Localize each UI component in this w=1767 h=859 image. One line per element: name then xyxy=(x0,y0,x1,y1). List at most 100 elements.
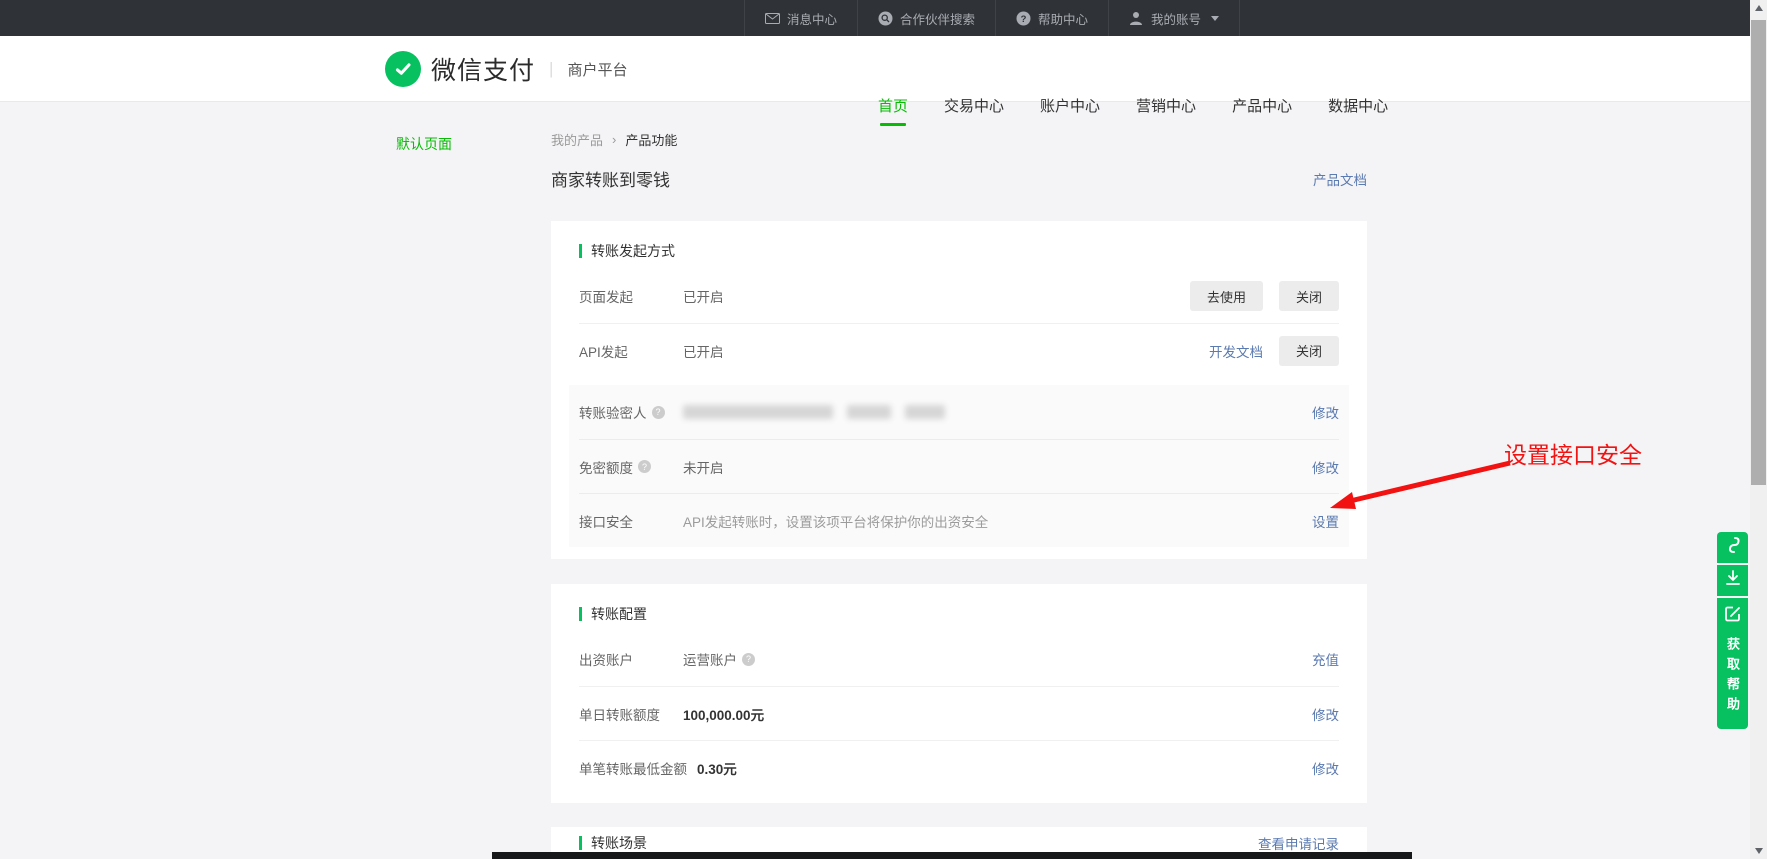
annotation-arrow-icon xyxy=(1322,456,1517,523)
clipped-content-strip xyxy=(492,852,1412,859)
scrollbar[interactable] xyxy=(1750,0,1767,859)
mail-icon xyxy=(765,11,780,26)
annotation-set-api-security: 设置接口安全 xyxy=(1504,436,1642,470)
nav-transaction-center[interactable]: 交易中心 xyxy=(944,72,1004,138)
link-icon xyxy=(1725,536,1741,559)
platform-label: 商户平台 xyxy=(567,59,627,80)
api-settings-block: 转账验密人 修改 免密额度 未开启 修改 接口安全 API发起转账时，设置该项平… xyxy=(569,385,1349,547)
partner-search-item[interactable]: 合作伙伴搜索 xyxy=(857,0,995,36)
section-accent-bar xyxy=(579,244,582,258)
triangle-up-icon xyxy=(1755,5,1763,11)
api-security-row: 接口安全 API发起转账时，设置该项平台将保护你的出资安全 设置 xyxy=(579,493,1339,547)
brand-name: 微信支付 xyxy=(431,51,535,87)
product-doc-link[interactable]: 产品文档 xyxy=(1313,169,1367,189)
dev-doc-link[interactable]: 开发文档 xyxy=(1209,341,1263,361)
section-accent-bar xyxy=(579,836,582,850)
no-password-limit-help-icon[interactable] xyxy=(638,460,651,473)
api-security-label: 接口安全 xyxy=(579,511,683,531)
config-section-title: 转账配置 xyxy=(579,604,1339,624)
my-account-item[interactable]: 我的账号 xyxy=(1108,0,1240,36)
no-password-limit-status: 未开启 xyxy=(683,457,1312,477)
verifier-row: 转账验密人 修改 xyxy=(579,385,1339,439)
recharge-link[interactable]: 充值 xyxy=(1312,649,1339,669)
sidebar-item-default-page[interactable]: 默认页面 xyxy=(396,134,452,154)
topbar-items: 消息中心 合作伙伴搜索 ? 帮助中心 我的账号 xyxy=(744,0,1240,36)
user-icon xyxy=(1129,11,1144,26)
page-head: 商家转账到零钱 产品文档 xyxy=(551,166,1367,191)
nav-account-center[interactable]: 账户中心 xyxy=(1040,72,1100,138)
verifier-help-icon[interactable] xyxy=(652,406,665,419)
my-account-label: 我的账号 xyxy=(1151,9,1201,28)
nav-product-center[interactable]: 产品中心 xyxy=(1232,72,1292,138)
api-security-desc: API发起转账时，设置该项平台将保护你的出资安全 xyxy=(683,511,1312,531)
page-title: 商家转账到零钱 xyxy=(551,166,670,191)
launch-section-title: 转账发起方式 xyxy=(579,241,1339,261)
page-launch-row: 页面发起 已开启 去使用 关闭 xyxy=(579,269,1339,323)
svg-text:?: ? xyxy=(1021,14,1027,25)
page-launch-status: 已开启 xyxy=(683,286,1190,306)
brand: 微信支付 | 商户平台 xyxy=(385,36,627,102)
funding-account-value: 运营账户 xyxy=(683,649,737,669)
share-link-button[interactable] xyxy=(1717,532,1748,563)
scene-section-title-text: 转账场景 xyxy=(591,833,647,853)
breadcrumb-parent[interactable]: 我的产品 xyxy=(551,130,603,149)
scroll-up-button[interactable] xyxy=(1750,0,1767,16)
nav-data-center[interactable]: 数据中心 xyxy=(1328,72,1388,138)
launch-section-title-text: 转账发起方式 xyxy=(591,241,675,261)
breadcrumb-separator: › xyxy=(612,132,616,147)
modify-daily-limit-link[interactable]: 修改 xyxy=(1312,704,1339,724)
triangle-down-icon xyxy=(1755,848,1763,854)
view-application-records-link[interactable]: 查看申请记录 xyxy=(1258,833,1339,853)
float-toolbar: 获取帮助 xyxy=(1717,532,1748,729)
no-password-limit-row: 免密额度 未开启 修改 xyxy=(579,439,1339,493)
section-accent-bar xyxy=(579,607,582,621)
scrollbar-thumb[interactable] xyxy=(1751,20,1766,485)
api-launch-row: API发起 已开启 开发文档 关闭 xyxy=(579,323,1339,377)
modify-min-amount-link[interactable]: 修改 xyxy=(1312,758,1339,778)
modify-verifier-link[interactable]: 修改 xyxy=(1312,402,1339,422)
api-launch-status: 已开启 xyxy=(683,341,1209,361)
question-icon: ? xyxy=(1016,11,1031,26)
close-api-launch-button[interactable]: 关闭 xyxy=(1279,336,1339,366)
api-launch-label: API发起 xyxy=(579,341,683,361)
funding-account-help-icon[interactable] xyxy=(742,653,755,666)
message-center-item[interactable]: 消息中心 xyxy=(744,0,857,36)
launch-method-card: 转账发起方式 页面发起 已开启 去使用 关闭 API发起 已开启 开发文档 关闭… xyxy=(551,221,1367,559)
nav-marketing-center[interactable]: 营销中心 xyxy=(1136,72,1196,138)
page-launch-label: 页面发起 xyxy=(579,286,683,306)
feedback-edit-icon xyxy=(1725,606,1741,627)
masked-verifier-value xyxy=(683,405,945,419)
scene-section-title: 转账场景 xyxy=(579,833,647,853)
daily-limit-value: 100,000.00元 xyxy=(683,704,1312,724)
header: 微信支付 | 商户平台 首页 交易中心 账户中心 营销中心 产品中心 数据中心 xyxy=(0,36,1767,102)
get-help-button[interactable]: 获取帮助 xyxy=(1717,598,1748,729)
scroll-down-button[interactable] xyxy=(1750,843,1767,859)
min-amount-row: 单笔转账最低金额 0.30元 修改 xyxy=(579,740,1339,794)
topbar: 消息中心 合作伙伴搜索 ? 帮助中心 我的账号 xyxy=(0,0,1767,36)
breadcrumb: 我的产品 › 产品功能 xyxy=(551,130,677,149)
close-page-launch-button[interactable]: 关闭 xyxy=(1279,281,1339,311)
help-center-item[interactable]: ? 帮助中心 xyxy=(995,0,1108,36)
min-amount-label: 单笔转账最低金额 xyxy=(579,758,697,778)
nav-home[interactable]: 首页 xyxy=(878,72,908,138)
breadcrumb-current: 产品功能 xyxy=(625,130,677,149)
chevron-down-icon xyxy=(1211,16,1219,21)
get-help-label: 获取帮助 xyxy=(1723,637,1742,717)
main-nav: 首页 交易中心 账户中心 营销中心 产品中心 数据中心 xyxy=(878,72,1388,138)
partner-search-label: 合作伙伴搜索 xyxy=(900,9,975,28)
daily-limit-row: 单日转账额度 100,000.00元 修改 xyxy=(579,686,1339,740)
download-button[interactable] xyxy=(1717,565,1748,596)
search-icon xyxy=(878,11,893,26)
funding-account-label: 出资账户 xyxy=(579,649,683,669)
no-password-limit-label: 免密额度 xyxy=(579,457,633,477)
wechat-pay-logo-icon xyxy=(385,51,421,87)
funding-account-row: 出资账户 运营账户 充值 xyxy=(579,632,1339,686)
min-amount-value: 0.30元 xyxy=(697,758,1312,778)
message-center-label: 消息中心 xyxy=(787,9,837,28)
verifier-label: 转账验密人 xyxy=(579,402,647,422)
use-button[interactable]: 去使用 xyxy=(1190,281,1263,311)
config-section-title-text: 转账配置 xyxy=(591,604,647,624)
brand-divider: | xyxy=(549,59,553,79)
help-center-label: 帮助中心 xyxy=(1038,9,1088,28)
daily-limit-label: 单日转账额度 xyxy=(579,704,683,724)
